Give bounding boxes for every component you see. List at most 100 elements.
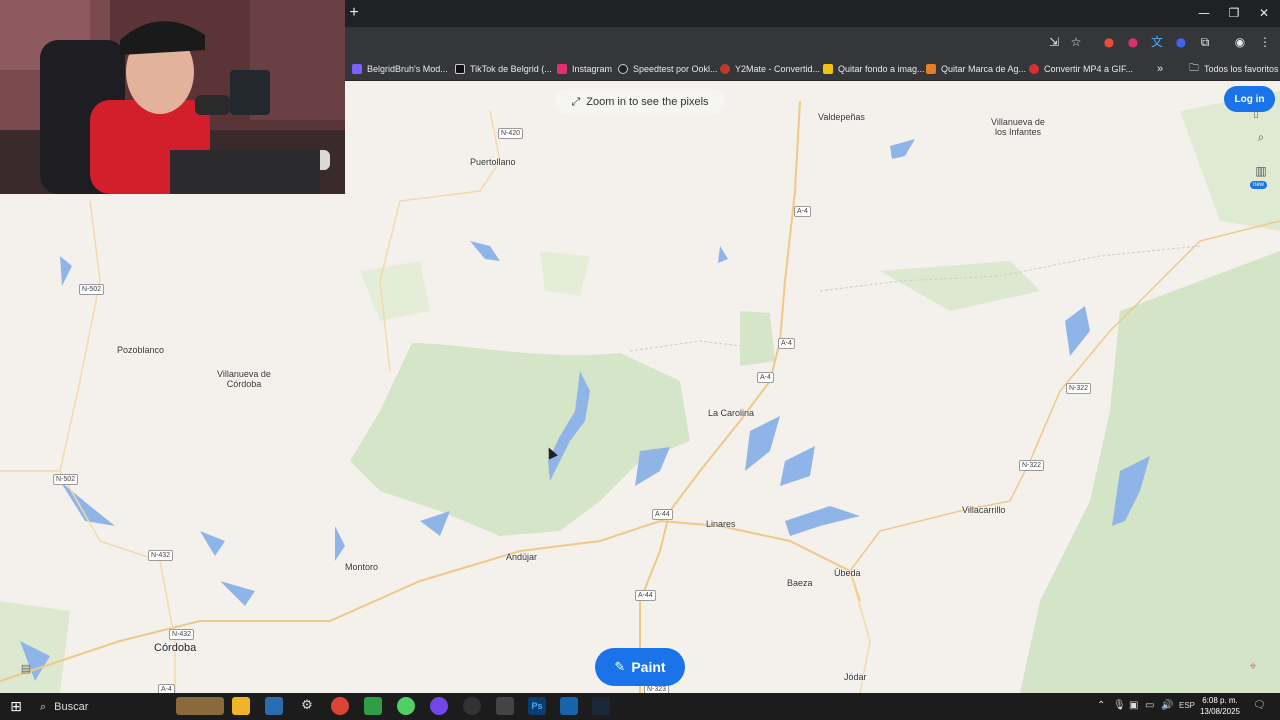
- steam-icon[interactable]: [592, 697, 610, 715]
- bookmark-item[interactable]: Y2Mate - Convertid...: [720, 60, 820, 78]
- notifications-icon[interactable]: 🗨: [1253, 698, 1266, 714]
- bookmarks-overflow-button[interactable]: »: [1157, 60, 1163, 78]
- road-shield: N-432: [148, 550, 174, 561]
- reservoir: [1065, 306, 1090, 356]
- road: [59, 200, 176, 693]
- taskbar-search[interactable]: ⌕ Buscar: [32, 695, 172, 718]
- road-shield: A-44: [652, 509, 673, 520]
- reservoir: [60, 256, 72, 286]
- road-shield: A-44: [635, 590, 656, 601]
- tray-overflow-icon[interactable]: ⌃: [1097, 698, 1105, 714]
- restore-button[interactable]: ❐: [1220, 4, 1248, 22]
- windows-start-icon[interactable]: ⊞: [6, 697, 26, 717]
- capcut-icon[interactable]: [496, 697, 514, 715]
- search-location-icon[interactable]: ⌕: [1251, 127, 1271, 147]
- mp4-gif-icon: [1029, 64, 1039, 74]
- chrome-icon[interactable]: [331, 697, 349, 715]
- bookmark-item[interactable]: Quitar Marca de Ag...: [926, 60, 1026, 78]
- place-label: Úbeda: [834, 568, 861, 578]
- green-area: [740, 311, 775, 366]
- road-shield: A-4: [757, 372, 774, 383]
- obs-icon[interactable]: [463, 697, 481, 715]
- locate-me-icon[interactable]: ⌖: [1243, 657, 1263, 677]
- place-label: Villanueva de los Infantes: [991, 117, 1045, 137]
- reservoir: [200, 531, 225, 556]
- road-shield: N-502: [53, 474, 79, 485]
- reservoir: [335, 526, 345, 561]
- reservoir: [470, 241, 500, 261]
- new-badge: new: [1250, 181, 1268, 189]
- search-icon: ⌕: [40, 699, 47, 713]
- bookmark-item[interactable]: BelgridBruh's Mod...: [352, 60, 448, 78]
- reservoir: [220, 581, 255, 606]
- file-explorer-icon[interactable]: [232, 697, 250, 715]
- webcam-overlay: [0, 0, 345, 194]
- place-label: La Carolina: [708, 408, 755, 418]
- green-area: [880, 261, 1040, 311]
- place-label: Linares: [706, 519, 736, 529]
- reservoir: [780, 446, 815, 486]
- store-icon[interactable]: [265, 697, 283, 715]
- road-shield: A-4: [794, 206, 811, 217]
- place-label: Jódar: [844, 672, 867, 682]
- road-shield: A-4: [158, 684, 175, 693]
- brush-icon: ✎: [614, 659, 626, 675]
- road-shield: A-4: [778, 338, 795, 349]
- extensions-puzzle-icon[interactable]: ⧉: [1197, 33, 1213, 51]
- all-bookmarks-folder[interactable]: 🗀 Todos los favoritos: [1189, 60, 1279, 78]
- leaderboard-icon[interactable]: ▥: [1251, 161, 1271, 181]
- bookmark-star-icon[interactable]: ☆: [1068, 33, 1084, 51]
- place-label: Baeza: [787, 578, 813, 588]
- zoom-hint-pill: ⤢ Zoom in to see the pixels: [555, 89, 725, 115]
- settings-gear-icon[interactable]: ⚙: [298, 697, 316, 715]
- install-app-icon[interactable]: ⇲: [1046, 33, 1062, 51]
- place-label: Montoro: [345, 562, 379, 572]
- bookmark-item[interactable]: Convertir MP4 a GIF...: [1029, 60, 1133, 78]
- profile-avatar-icon[interactable]: ◉: [1232, 33, 1248, 51]
- bookmark-item[interactable]: Speedtest por Ookl...: [618, 60, 718, 78]
- network-icon[interactable]: ▭: [1145, 698, 1154, 714]
- place-label: Puertollano: [470, 157, 516, 167]
- close-button[interactable]: ✕: [1250, 4, 1278, 22]
- volume-icon[interactable]: 🔊: [1161, 698, 1173, 714]
- map-layer-icon[interactable]: ▤: [16, 659, 36, 679]
- webcam-image: [0, 0, 345, 194]
- remove-bg-icon: [823, 64, 833, 74]
- bookmark-item[interactable]: Instagram: [557, 60, 612, 78]
- watermark-icon: [926, 64, 936, 74]
- reservoir: [420, 511, 450, 536]
- reservoir: [890, 139, 915, 159]
- extension-blue-icon[interactable]: ●: [1173, 33, 1189, 51]
- road-shield: N-420: [498, 128, 524, 139]
- paint-button[interactable]: ✎ Paint: [595, 648, 685, 686]
- xbox-icon[interactable]: [397, 697, 415, 715]
- extension-pink-icon[interactable]: ●: [1125, 33, 1141, 51]
- taskbar-clock[interactable]: 6:08 p. m. 13/08/2025: [1192, 695, 1248, 717]
- place-label: Valdepeñas: [818, 112, 865, 122]
- reservoir: [635, 447, 670, 486]
- minecraft-icon[interactable]: [364, 697, 382, 715]
- extension-red-icon[interactable]: ●: [1101, 33, 1117, 51]
- microphone-icon[interactable]: 🎙: [1113, 698, 1126, 714]
- taskbar-widget-image[interactable]: [176, 697, 224, 715]
- folder-icon: 🗀: [1189, 62, 1199, 74]
- instagram-icon: [557, 64, 567, 74]
- discord-icon[interactable]: [430, 697, 448, 715]
- menu-kebab-icon[interactable]: ⋮: [1257, 33, 1273, 51]
- road-shield: N-432: [169, 629, 195, 640]
- new-tab-button[interactable]: +: [346, 4, 362, 22]
- border: [629, 340, 741, 352]
- minimize-button[interactable]: —: [1190, 4, 1218, 22]
- bookmark-item[interactable]: TikTok de Belgrid (...: [455, 60, 552, 78]
- bookmark-item[interactable]: Quitar fondo a imag...: [823, 60, 925, 78]
- photoshop-icon[interactable]: Ps: [528, 697, 546, 715]
- green-area: [350, 343, 690, 536]
- side-panel-edge-icon[interactable]: ▯: [1246, 105, 1266, 125]
- place-label: Villanueva de Córdoba: [217, 369, 271, 389]
- tiktok-icon: [455, 64, 465, 74]
- security-icon[interactable]: ▣: [1129, 698, 1138, 714]
- green-area: [540, 251, 590, 296]
- extension-translate-icon[interactable]: 文: [1149, 33, 1165, 51]
- bookmark-favicon-icon: [352, 64, 362, 74]
- vscode-icon[interactable]: [560, 697, 578, 715]
